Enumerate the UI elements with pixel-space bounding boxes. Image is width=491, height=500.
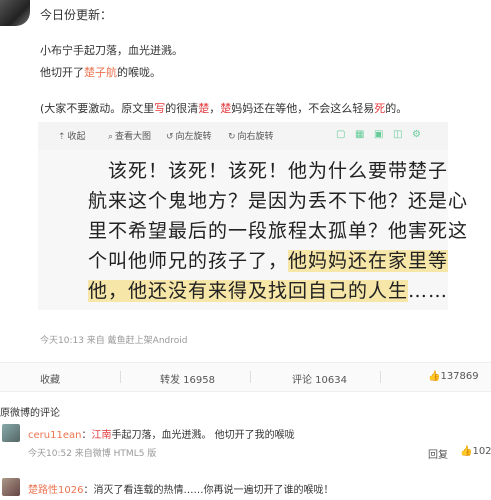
thumbs-up-icon: 👍: [460, 446, 473, 457]
avatar[interactable]: [0, 0, 30, 26]
collect-button[interactable]: 收藏: [40, 371, 60, 386]
divider: [120, 371, 121, 383]
comment-button[interactable]: 评论 10634: [292, 371, 347, 386]
post-text-segment: 写: [154, 102, 166, 115]
original-comments-title: 原微博的评论: [0, 408, 60, 419]
highlighted-text: 他，他还没有来得及找回自己的人生: [88, 280, 409, 302]
comment-like-count: 102: [472, 446, 491, 457]
post-text-segment: 妈妈还在等他，不会这么轻易: [231, 102, 375, 115]
rotate-left-button[interactable]: ↺ 向左旋转: [166, 129, 212, 142]
post-header: 今日份更新：: [40, 8, 113, 22]
rotate-right-label: 向右旋转: [237, 132, 274, 142]
collapse-label: 收起: [67, 132, 86, 142]
repost-button[interactable]: 转发 16958: [160, 371, 215, 386]
comment-user[interactable]: 楚路性1026: [28, 485, 83, 496]
book-text-segment: 个叫他师兄的孩子了，: [88, 250, 289, 272]
thumbs-up-icon: 👍: [428, 371, 441, 382]
copy-icon[interactable]: ▢: [336, 129, 345, 140]
comment-text: ceru11ean：江南手起刀落，血光迸溅。 他切开了我的喉咙: [28, 426, 295, 441]
post-text-line-2: 他切开了楚子航的喉咙。: [40, 64, 161, 80]
image-tools-icons: ▢ ▦ ▣ ◫ ⚙: [336, 129, 421, 140]
post-text-segment: 的。: [385, 102, 408, 115]
post-text-segment: (大家不要激动。原文里: [40, 102, 155, 115]
comment-text-segment: 江南: [91, 430, 112, 441]
mention-link[interactable]: 楚子航: [84, 66, 117, 79]
book-text-line-4: 个叫他师兄的孩子了，他妈妈还在家里等: [88, 246, 449, 273]
book-text-line-2: 航来这个鬼地方？是因为丢不下他？还是心: [88, 190, 469, 212]
like-count: 137869: [440, 371, 479, 382]
comment-meta: 今天10:52 来自微博 HTML5 版: [28, 449, 157, 459]
post-text-segment: ，: [209, 102, 221, 115]
post-text-segment: 楚: [220, 102, 232, 115]
avatar[interactable]: [2, 424, 20, 442]
post-text-segment: 他切开了: [40, 66, 84, 79]
rotate-left-icon: ↺: [166, 132, 174, 142]
comment-text-segment: 手起刀落，血光迸溅。 他切开了我的喉咙: [111, 430, 295, 441]
book-text-line-5: 他，他还没有来得及找回自己的人生……: [88, 276, 448, 303]
crop-icon[interactable]: ◫: [393, 129, 402, 140]
image-toolbar: ⇡ 收起 ⌕ 查看大图 ↺ 向左旋转 ↻ 向右旋转 ▢ ▦ ▣ ◫ ⚙: [38, 122, 448, 151]
divider: [250, 371, 251, 383]
avatar[interactable]: [2, 478, 20, 496]
divider: [380, 371, 381, 383]
grid-icon[interactable]: ▦: [355, 129, 364, 140]
post-text-segment: 的很清: [165, 102, 199, 115]
rotate-right-icon: ↻: [228, 132, 236, 142]
post-text-segment: 楚: [198, 102, 210, 115]
highlighted-text: 他妈妈还在家里等: [288, 250, 449, 272]
reply-button[interactable]: 回复: [428, 446, 448, 461]
book-text-line-1: 该死！该死！该死！他为什么要带楚子: [108, 160, 449, 182]
collapse-icon: ⇡: [58, 132, 66, 142]
rotate-right-button[interactable]: ↻ 向右旋转: [228, 129, 274, 142]
view-large-label: 查看大图: [115, 132, 152, 142]
gallery-icon[interactable]: ▣: [374, 129, 383, 140]
action-bar: 收藏 转发 16958 评论 10634 👍137869: [0, 362, 491, 392]
comment-text-segment: ：: [83, 485, 94, 496]
view-large-button[interactable]: ⌕ 查看大图: [108, 129, 151, 142]
comment-user[interactable]: ceru11ean: [28, 430, 81, 441]
like-button[interactable]: 👍137869: [428, 371, 479, 382]
post-text-line-1: 小布宁手起刀落，血光迸溅。: [40, 44, 183, 57]
comment-text-segment: ：: [81, 430, 92, 441]
comment-text-segment: 消灭了看连载的热情……你再说一遍切开了谁的喉咙！: [93, 485, 334, 496]
post-meta: 今天10:13 来自 戴鱼赶上架Android: [40, 336, 188, 346]
post-text-segment: 死: [374, 102, 386, 115]
book-text-segment: ……: [408, 280, 449, 302]
comment-like-button[interactable]: 👍102: [460, 446, 491, 457]
book-text-line-3: 里不希望最后的一段旅程太孤单？他害死这: [88, 220, 469, 242]
comment-text: 楚路性1026：消灭了看连载的热情……你再说一遍切开了谁的喉咙！: [28, 481, 333, 496]
post-text-line-3: (大家不要激动。原文里写的很清楚，楚妈妈还在等他，不会这么轻易死的。: [40, 100, 407, 116]
magnify-icon: ⌕: [108, 132, 114, 142]
rotate-left-label: 向左旋转: [175, 132, 212, 142]
collapse-button[interactable]: ⇡ 收起: [58, 129, 86, 142]
post-image[interactable]: 该死！该死！该死！他为什么要带楚子 航来这个鬼地方？是因为丢不下他？还是心 里不…: [38, 150, 467, 310]
post-text-segment: 的喉咙。: [117, 66, 161, 79]
settings-icon[interactable]: ⚙: [412, 129, 421, 140]
